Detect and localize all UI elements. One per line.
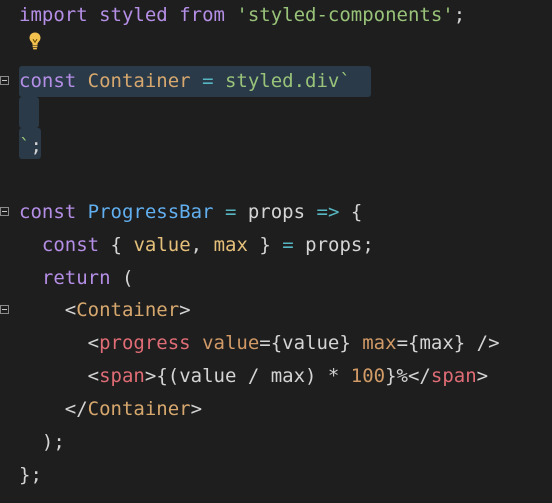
fold-icon[interactable] [0, 76, 9, 85]
code-editor[interactable]: import styled from 'styled-components'; … [0, 0, 552, 503]
code-line-5[interactable]: `; [19, 130, 42, 162]
code-line-10[interactable]: <Container> [19, 294, 191, 326]
selection-highlight [19, 97, 39, 128]
lightbulb-icon[interactable] [27, 31, 43, 51]
code-line-14[interactable]: ); [19, 426, 65, 458]
code-line-11[interactable]: <progress value={value} max={max} /> [19, 327, 500, 359]
code-line-13[interactable]: </Container> [19, 393, 202, 425]
code-line-3[interactable]: const Container = styled.div` [19, 65, 351, 97]
fold-icon[interactable] [0, 207, 9, 216]
code-line-15[interactable]: }; [19, 459, 42, 491]
code-line-8[interactable]: const { value, max } = props; [19, 229, 374, 261]
code-line-1[interactable]: import styled from 'styled-components'; [19, 0, 465, 31]
code-line-12[interactable]: <span>{(value / max) * 100}%</span> [19, 360, 488, 392]
fold-icon[interactable] [0, 305, 9, 314]
code-line-9[interactable]: return ( [19, 262, 134, 294]
code-line-7[interactable]: const ProgressBar = props => { [19, 196, 362, 228]
